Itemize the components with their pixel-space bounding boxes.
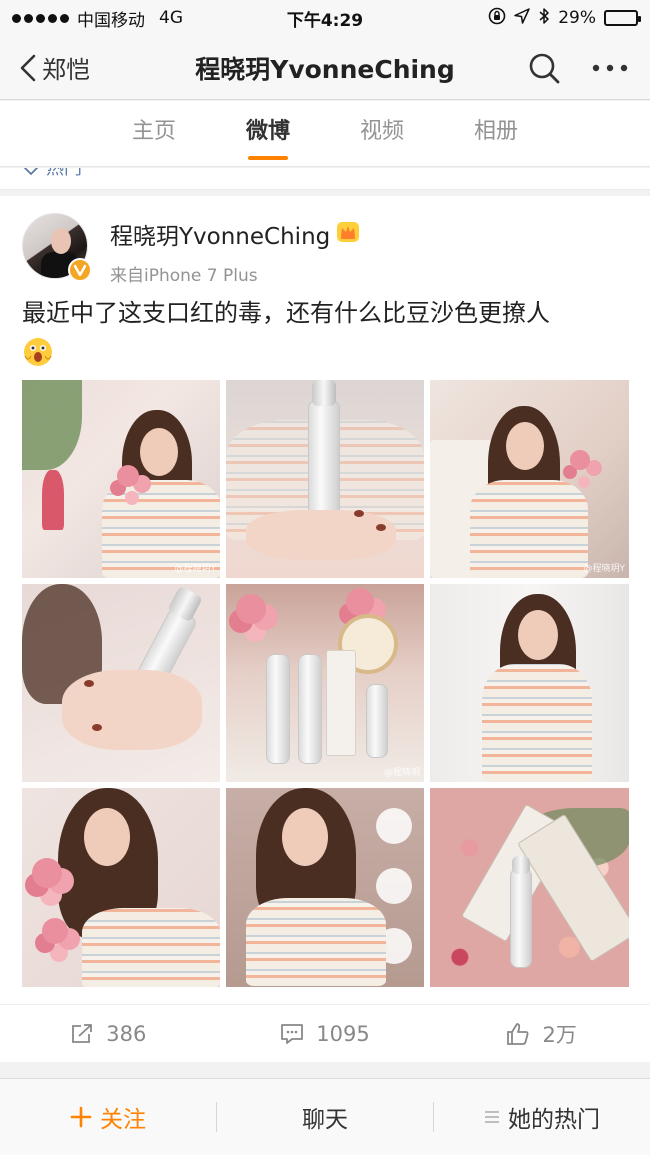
network-label: 4G: [159, 8, 183, 28]
post-actions: 386 1095 2万: [0, 1004, 650, 1062]
nav-actions: [526, 50, 650, 86]
chat-button[interactable]: 聊天: [217, 1100, 433, 1134]
screen: 中国移动 4G 下午4:29 29% 郑恺 程晓玥YvonneChing 主页 …: [0, 0, 650, 1155]
follow-label: 关注: [100, 1107, 146, 1133]
avatar-face-shape: [51, 228, 71, 254]
battery-icon: [604, 10, 641, 26]
photo-2[interactable]: [226, 380, 424, 578]
hot-strip[interactable]: 热门: [0, 168, 650, 190]
carrier-label: 中国移动: [77, 10, 145, 31]
navigation-bar: 郑恺 程晓玥YvonneChing: [0, 36, 650, 100]
bottom-toolbar: 关注 聊天 她的热门: [0, 1078, 650, 1155]
photo-6[interactable]: [430, 584, 629, 782]
her-hot-button[interactable]: 她的热门: [434, 1100, 650, 1134]
like-button[interactable]: 2万: [433, 1005, 650, 1062]
photo-grid: @程晓玥Y @程晓玥Y @程晓玥: [22, 380, 629, 987]
v-verified-icon: [68, 258, 92, 282]
author-name[interactable]: 程晓玥YvonneChing: [110, 217, 330, 251]
her-hot-label: 她的热门: [508, 1107, 600, 1133]
photo-watermark: @程晓玥Y: [583, 564, 626, 574]
tab-home[interactable]: 主页: [129, 101, 179, 166]
follow-button[interactable]: 关注: [0, 1100, 216, 1134]
status-bar: 中国移动 4G 下午4:29 29%: [0, 0, 650, 36]
photo-9[interactable]: [430, 788, 629, 987]
photo-watermark: @程晓玥: [383, 768, 420, 778]
search-button[interactable]: [526, 50, 562, 86]
status-left: 中国移动 4G: [12, 6, 183, 31]
repost-button[interactable]: 386: [0, 1005, 217, 1062]
post-card: 程晓玥YvonneChing 来自iPhone 7 Plus 最近中了这支口红的…: [0, 196, 650, 1062]
repost-count: 386: [106, 1021, 147, 1046]
post-meta: 程晓玥YvonneChing 来自iPhone 7 Plus: [110, 213, 360, 286]
more-button[interactable]: [592, 50, 628, 86]
photo-3[interactable]: @程晓玥Y: [430, 380, 629, 578]
author-row: 程晓玥YvonneChing: [110, 217, 360, 251]
hot-strip-label: 热门: [46, 168, 82, 179]
location-icon: [514, 7, 530, 29]
tab-weibo[interactable]: 微博: [243, 101, 293, 166]
bluetooth-icon: [538, 7, 550, 30]
post-text-content: 最近中了这支口红的毒，还有什么比豆沙色更撩人: [22, 299, 550, 327]
signal-dots-icon: [12, 13, 69, 23]
crown-member-icon[interactable]: [336, 221, 360, 247]
post-text: 最近中了这支口红的毒，还有什么比豆沙色更撩人: [22, 294, 628, 379]
back-button[interactable]: 郑恺: [0, 50, 130, 85]
battery-percent: 29%: [558, 8, 596, 28]
chevron-left-icon: [20, 54, 36, 81]
list-icon: [485, 1111, 499, 1123]
tab-video[interactable]: 视频: [357, 101, 407, 166]
comment-count: 1095: [316, 1021, 370, 1046]
comment-icon: [281, 1023, 304, 1044]
like-count: 2万: [542, 1022, 577, 1047]
hot-strip-content: 热门: [22, 168, 82, 180]
chat-label: 聊天: [302, 1107, 348, 1133]
orientation-lock-icon: [488, 7, 506, 30]
surprised-face-emoji: [22, 336, 54, 379]
comment-button[interactable]: 1095: [217, 1005, 434, 1062]
photo-1[interactable]: @程晓玥Y: [22, 380, 220, 578]
photo-7[interactable]: [22, 788, 220, 987]
like-icon: [507, 1022, 529, 1045]
photo-watermark: @程晓玥Y: [174, 564, 217, 574]
photo-4[interactable]: [22, 584, 220, 782]
profile-tabs: 主页 微博 视频 相册: [0, 101, 650, 167]
photo-5[interactable]: @程晓玥: [226, 584, 424, 782]
plus-icon: [70, 1106, 92, 1128]
thumb-icon: [23, 168, 39, 176]
status-right: 29%: [488, 7, 641, 30]
photo-8[interactable]: [226, 788, 424, 987]
tab-album[interactable]: 相册: [471, 101, 521, 166]
post-source: 来自iPhone 7 Plus: [110, 266, 258, 286]
search-icon: [529, 53, 560, 83]
more-icon: [592, 64, 628, 71]
repost-icon: [72, 1023, 93, 1043]
back-label: 郑恺: [42, 56, 90, 84]
